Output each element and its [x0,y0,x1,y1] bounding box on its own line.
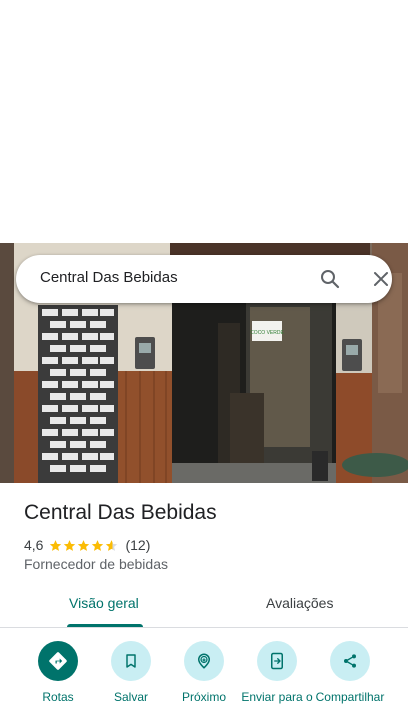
star-icon [50,539,62,551]
tab-overview[interactable]: Visão geral [69,595,139,611]
star-icon [78,539,90,551]
directions-button[interactable]: Rotas [16,641,100,704]
place-category: Fornecedor de bebidas [24,556,168,572]
send-to-phone-icon [257,641,297,681]
star-icon [64,539,76,551]
share-icon [330,641,370,681]
share-button[interactable]: Compartilhar [308,641,392,704]
star-icon [92,539,104,551]
search-query[interactable]: Central Das Bebidas [40,269,178,286]
send-to-phone-label: Enviar para o [241,690,313,704]
directions-icon [38,641,78,681]
directions-label: Rotas [42,690,74,704]
save-button[interactable]: Salvar [89,641,173,704]
tab-reviews[interactable]: Avaliações [266,595,333,611]
send-to-phone-button[interactable]: Enviar para o [235,641,319,704]
share-label: Compartilhar [315,690,385,704]
tab-indicator [67,624,143,627]
bookmark-icon [111,641,151,681]
place-name: Central Das Bebidas [24,501,217,524]
action-bar: Rotas Salvar Próximo Enviar para o Compa… [0,629,408,726]
door-sign-text: COCO VERDE [250,330,284,336]
place-tabs: Visão geral Avaliações [0,585,408,628]
search-icon[interactable] [316,265,344,293]
map-blank-area [0,0,408,243]
rating-stars [49,539,119,552]
nearby-button[interactable]: Próximo [162,641,246,704]
nearby-label: Próximo [181,690,226,704]
star-half-icon [106,539,118,551]
nearby-icon [184,641,224,681]
search-bar[interactable]: Central Das Bebidas [16,255,392,303]
save-label: Salvar [113,690,148,704]
close-icon[interactable] [367,265,395,293]
rating-row[interactable]: 4,6 (12) [24,536,150,554]
rating-value: 4,6 [24,537,44,553]
review-count[interactable]: (12) [125,537,150,553]
